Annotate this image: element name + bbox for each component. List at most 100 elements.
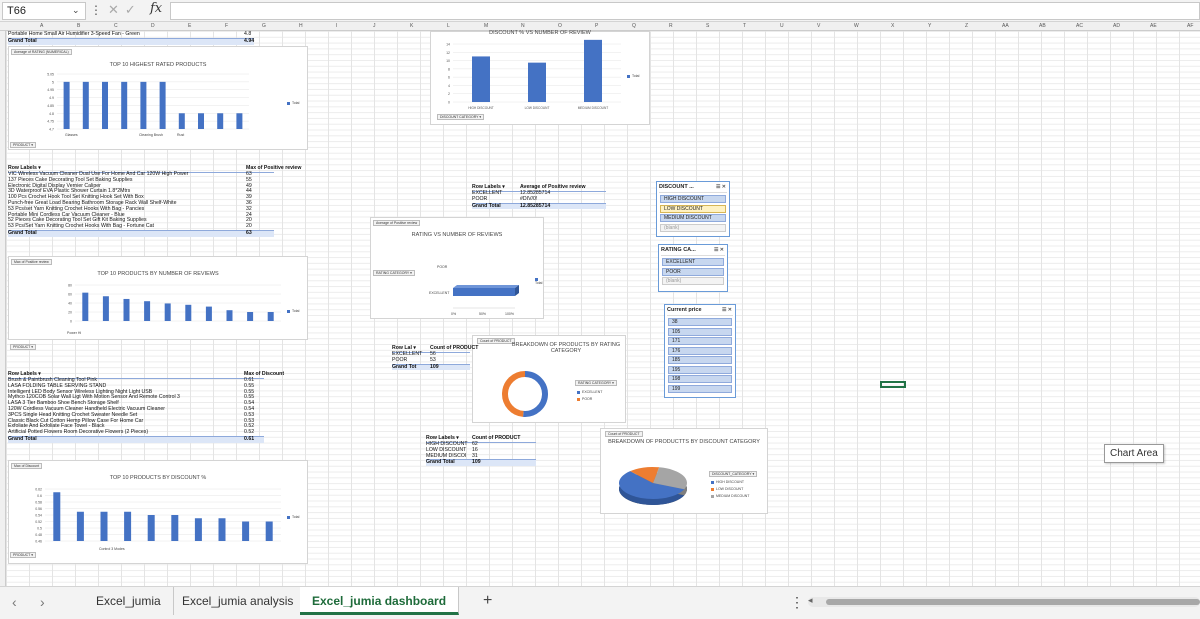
slicer-item[interactable]: LOW DISCOUNT (660, 204, 726, 213)
grand-total-row[interactable]: Grand Total 4.94 (8, 38, 254, 45)
column-header[interactable]: Z (965, 23, 968, 29)
clear-filter-icon[interactable]: ☰ ✕ (722, 307, 732, 313)
header-value: Max of Positive review (246, 165, 302, 171)
tick-label: 0.58 (35, 501, 42, 505)
cancel-enter-icons: ✕✓ (108, 2, 142, 17)
donut-slice (502, 371, 526, 417)
cell-value[interactable]: 4.8 (244, 31, 251, 38)
chevron-down-icon[interactable]: ⌄ (72, 5, 80, 16)
tick-label: 0% (451, 312, 457, 316)
column-header[interactable]: S (706, 23, 709, 29)
column-header[interactable]: O (558, 23, 562, 29)
bar (159, 81, 166, 129)
slicer-current-price[interactable]: Current price ☰ ✕ 38 105 171 176 185 195 198 199 (664, 304, 736, 398)
tick-label: 4.9 (49, 96, 54, 100)
slicer-discount[interactable]: DISCOUNT ... ☰ ✕ HIGH DISCOUNT LOW DISCOU… (656, 181, 730, 237)
column-header[interactable]: AD (1113, 23, 1120, 29)
more-icon[interactable]: ⋮ (90, 3, 102, 17)
slicer-item[interactable]: 38 (668, 318, 732, 326)
function-icon[interactable]: fx (150, 1, 162, 16)
column-header[interactable]: P (595, 23, 598, 29)
horizontal-scrollbar[interactable] (808, 597, 1200, 607)
bar (171, 515, 179, 541)
column-header[interactable]: T (743, 23, 746, 29)
selected-cell[interactable] (880, 381, 906, 388)
column-header[interactable]: AC (1076, 23, 1083, 29)
field-button[interactable]: RATING CATEGORY ▾ (575, 380, 617, 386)
column-header[interactable]: J (373, 23, 376, 29)
column-header[interactable]: R (669, 23, 673, 29)
column-header[interactable]: Y (928, 23, 931, 29)
column-header[interactable]: G (262, 23, 266, 29)
slicer-item[interactable]: 195 (668, 365, 732, 374)
column-header[interactable]: A (40, 23, 43, 29)
grand-total-row[interactable]: Grand Total 12.85285714 (472, 202, 606, 210)
column-header[interactable]: AB (1039, 23, 1046, 29)
column-header[interactable]: L (447, 23, 450, 29)
slicer-item[interactable]: (blank) (660, 223, 726, 232)
column-header[interactable]: U (780, 23, 784, 29)
grand-total-row[interactable]: Grand Tot 109 (392, 363, 470, 371)
slicer-item[interactable]: 198 (668, 375, 732, 383)
field-button[interactable]: DISCOUNT_CATEGORY ▾ (709, 471, 758, 477)
chart-rating-vs-reviews[interactable]: Average of Positive review RATING VS NUM… (370, 217, 544, 319)
product-filter-button[interactable]: PRODUCT ▾ (10, 344, 36, 350)
column-header[interactable]: X (891, 23, 894, 29)
chart-breakdown-discount[interactable]: Count of PRODUCT BREAKDOWN OF PRODUCTTS … (600, 428, 768, 514)
slicer-item[interactable]: 199 (668, 384, 732, 393)
bar (185, 304, 192, 321)
add-sheet-icon[interactable]: + (483, 592, 492, 610)
scroll-left-icon[interactable]: ◂ (808, 595, 813, 606)
column-header[interactable]: AF (1187, 23, 1193, 29)
slicer-item[interactable]: MEDIUM DISCOUNT (660, 214, 726, 222)
product-filter-button[interactable]: PRODUCT ▾ (10, 552, 36, 558)
column-header[interactable]: I (336, 23, 337, 29)
more-icon[interactable]: ⋮ (790, 594, 804, 611)
column-header[interactable]: H (299, 23, 303, 29)
chevron-right-icon[interactable]: › (40, 594, 45, 610)
tick-label: 4.95 (47, 88, 54, 92)
chart-discount-vs-reviews[interactable]: DISCOUNT % VS NUMBER OF REVIEW 14 12 10 8 6 4… (430, 30, 650, 125)
field-button[interactable]: DISCOUNT CATEGORY ▾ (437, 114, 485, 120)
clear-filter-icon[interactable]: ☰ ✕ (716, 184, 726, 190)
grand-total-row[interactable]: Grand Total 63 (8, 230, 274, 237)
column-header[interactable]: K (410, 23, 413, 29)
formula-input[interactable] (170, 2, 1200, 20)
slicer-item[interactable]: (blank) (662, 277, 724, 285)
chart-top-rated[interactable]: Average of RATING (NUMERICAL) TOP 10 HIG… (8, 46, 308, 150)
sheet-tab[interactable]: Excel_jumia (84, 587, 174, 615)
slicer-item[interactable]: 105 (668, 327, 732, 336)
grand-total-row[interactable]: Grand Total 109 (426, 459, 536, 467)
slicer-item[interactable]: 171 (668, 337, 732, 345)
column-header[interactable]: AE (1150, 23, 1157, 29)
column-header[interactable]: N (521, 23, 525, 29)
column-header[interactable]: C (114, 23, 118, 29)
column-header[interactable]: D (151, 23, 155, 29)
column-header[interactable]: M (484, 23, 488, 29)
cell-text[interactable]: Portable Home Small Air Humidifier 3-Spe… (8, 31, 140, 38)
chart-top-reviews[interactable]: Max of Positive review TOP 10 PRODUCTS B… (8, 256, 308, 340)
column-header[interactable]: E (188, 23, 191, 29)
chart-breakdown-rating[interactable]: Count of PRODUCT BREAKDOWN OF PRODUCTS B… (472, 335, 626, 423)
chart-top-discount[interactable]: Max of Discount TOP 10 PRODUCTS BY DISCO… (8, 460, 308, 564)
chevron-left-icon[interactable]: ‹ (12, 594, 17, 610)
slicer-item[interactable]: POOR (662, 267, 724, 276)
slicer-item[interactable]: 176 (668, 346, 732, 355)
clear-filter-icon[interactable]: ☰ ✕ (714, 247, 724, 253)
column-header[interactable]: Q (632, 23, 636, 29)
slicer-item[interactable]: EXCELLENT (662, 258, 724, 266)
sheet-tab-active[interactable]: Excel_jumia dashboard (300, 587, 460, 615)
sheet-tab[interactable]: Excel_jumia analysis (170, 587, 307, 615)
tick-label: 10 (446, 59, 450, 63)
scroll-thumb[interactable] (826, 599, 1200, 605)
column-header[interactable]: B (77, 23, 80, 29)
grand-total-row[interactable]: Grand Total 0.61 (8, 436, 264, 443)
column-header[interactable]: V (817, 23, 820, 29)
slicer-item[interactable]: HIGH DISCOUNT (660, 195, 726, 203)
slicer-item[interactable]: 185 (668, 356, 732, 364)
column-header[interactable]: W (854, 23, 859, 29)
column-header[interactable]: F (225, 23, 228, 29)
product-filter-button[interactable]: PRODUCT ▾ (10, 142, 36, 148)
column-header[interactable]: AA (1002, 23, 1009, 29)
slicer-rating[interactable]: RATING CA... ☰ ✕ EXCELLENT POOR (blank) (658, 244, 728, 292)
